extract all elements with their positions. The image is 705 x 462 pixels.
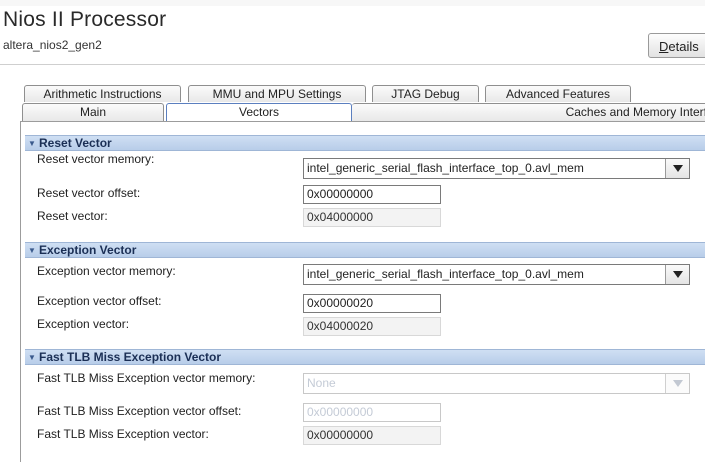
reset-vector-value: 0x04000000 [303,208,441,227]
triangle-down-icon: ▼ [28,353,36,362]
exception-offset-label: Exception vector offset: [37,294,162,308]
details-label: etails [668,39,699,54]
tab-main[interactable]: Main [22,103,164,121]
details-mnemonic: D [659,39,669,54]
exception-vector-label: Exception vector: [37,317,130,331]
tlb-vector-label: Fast TLB Miss Exception vector: [37,427,209,441]
reset-vector-label: Reset vector: [37,209,108,223]
reset-offset-input[interactable]: 0x00000000 [303,185,441,204]
tab-jtag-debug[interactable]: JTAG Debug [372,85,479,102]
tab-advanced-features[interactable]: Advanced Features [485,85,631,102]
tlb-offset-input[interactable]: 0x00000000 [303,403,441,422]
tab-mmu-mpu-settings[interactable]: MMU and MPU Settings [188,85,366,102]
section-fast-tlb-miss-vector[interactable]: ▼ Fast TLB Miss Exception Vector [25,349,705,365]
tlb-memory-select[interactable]: None [303,373,690,394]
tab-arithmetic-instructions[interactable]: Arithmetic Instructions [24,85,181,102]
header-divider [0,64,705,65]
chevron-down-icon[interactable] [665,374,689,393]
reset-memory-label: Reset vector memory: [37,152,155,166]
details-button[interactable]: Details [648,33,705,58]
component-subtitle: altera_nios2_gen2 [3,38,102,52]
chevron-down-icon[interactable] [665,265,689,284]
exception-vector-value: 0x04000020 [303,317,441,336]
tlb-offset-label: Fast TLB Miss Exception vector offset: [37,404,242,418]
exception-memory-value: intel_generic_serial_flash_interface_top… [307,267,584,281]
triangle-down-icon: ▼ [28,139,36,148]
reset-offset-label: Reset vector offset: [37,186,141,200]
section-title: Fast TLB Miss Exception Vector [39,350,222,364]
tab-vectors[interactable]: Vectors [166,103,352,121]
section-title: Exception Vector [39,243,137,257]
exception-memory-select[interactable]: intel_generic_serial_flash_interface_top… [303,264,690,285]
window-top-strip [0,0,705,6]
chevron-down-icon[interactable] [665,159,689,178]
reset-memory-value: intel_generic_serial_flash_interface_top… [307,161,584,175]
tlb-memory-label: Fast TLB Miss Exception vector memory: [37,371,256,385]
exception-offset-input[interactable]: 0x00000020 [303,294,441,313]
tlb-memory-value: None [307,376,336,390]
exception-memory-label: Exception vector memory: [37,264,176,278]
section-exception-vector[interactable]: ▼ Exception Vector [25,242,705,258]
reset-memory-select[interactable]: intel_generic_serial_flash_interface_top… [303,158,690,179]
section-title: Reset Vector [39,136,112,150]
tlb-vector-value: 0x00000000 [303,426,441,445]
tab-caches-memory-interfaces[interactable]: Caches and Memory Interf [352,103,705,121]
component-title: Nios II Processor [3,8,167,31]
triangle-down-icon: ▼ [28,246,36,255]
section-reset-vector[interactable]: ▼ Reset Vector [25,135,705,151]
